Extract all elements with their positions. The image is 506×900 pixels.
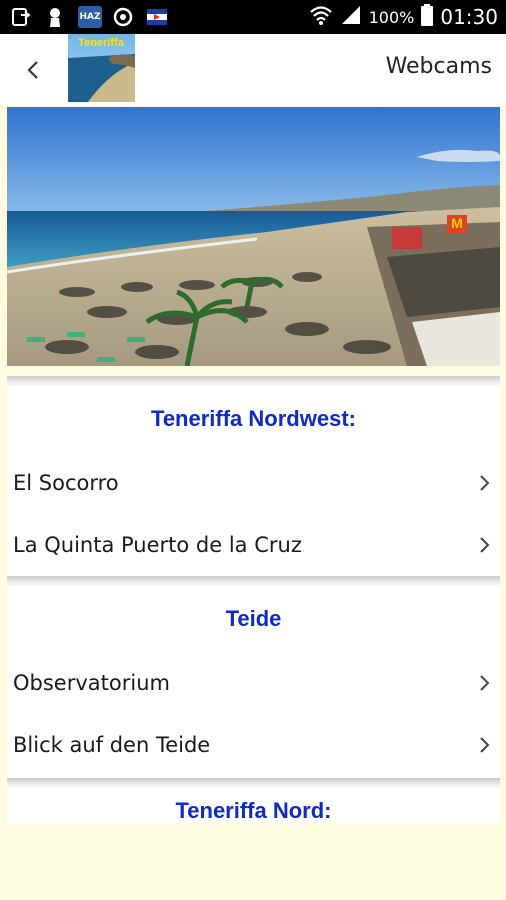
signal-icon [340,4,362,30]
logo-text: Teneriffa [78,37,125,49]
list-item[interactable]: Observatorium [7,652,500,714]
news-app-icon: HAZ [78,6,102,28]
list-item-label: La Quinta Puerto de la Cruz [13,533,302,557]
list-item-label: Blick auf den Teide [13,733,211,757]
webcam-hero-image: M [7,107,500,366]
section-nord: Teneriffa Nord: [7,788,500,824]
chevron-right-icon [480,475,490,491]
chevron-right-icon [480,675,490,691]
chevron-right-icon [480,737,490,753]
section-divider [7,778,500,788]
download-icon [10,6,32,28]
battery-icon [421,4,434,30]
list-item-label: El Socorro [13,471,119,495]
app-bar: Teneriffa Webcams [0,34,506,106]
app-logo: Teneriffa [68,34,135,102]
wifi-icon [309,4,333,30]
section-heading: Teneriffa Nordwest: [151,406,356,431]
list-item-label: Observatorium [13,671,170,695]
section-divider [7,576,500,586]
section-heading: Teide [225,606,282,631]
status-left-icons: HAZ [10,5,168,29]
list-item[interactable]: Blick auf den Teide [7,714,500,776]
keyhole-icon [44,6,66,28]
news-icon-label: HAZ [79,12,100,22]
status-bar: HAZ 100% 01:30 [0,0,506,34]
back-button[interactable] [18,54,48,86]
section-nordwest: Teneriffa Nordwest: El Socorro La Quinta… [7,386,500,576]
svg-text:M: M [451,215,463,231]
flag-icon [146,6,168,28]
clock: 01:30 [440,5,498,29]
chevron-left-icon [27,61,38,79]
battery-percent: 100% [368,7,415,27]
section-teide: Teide Observatorium Blick auf den Teide [7,586,500,778]
section-divider [7,376,500,386]
status-right-icons: 100% 01:30 [309,0,498,34]
list-item[interactable]: El Socorro [7,452,500,514]
chevron-right-icon [480,537,490,553]
sync-icon [112,6,134,28]
section-heading: Teneriffa Nord: [175,798,332,823]
list-item[interactable]: La Quinta Puerto de la Cruz [7,514,500,576]
page-title: Webcams [385,54,492,79]
